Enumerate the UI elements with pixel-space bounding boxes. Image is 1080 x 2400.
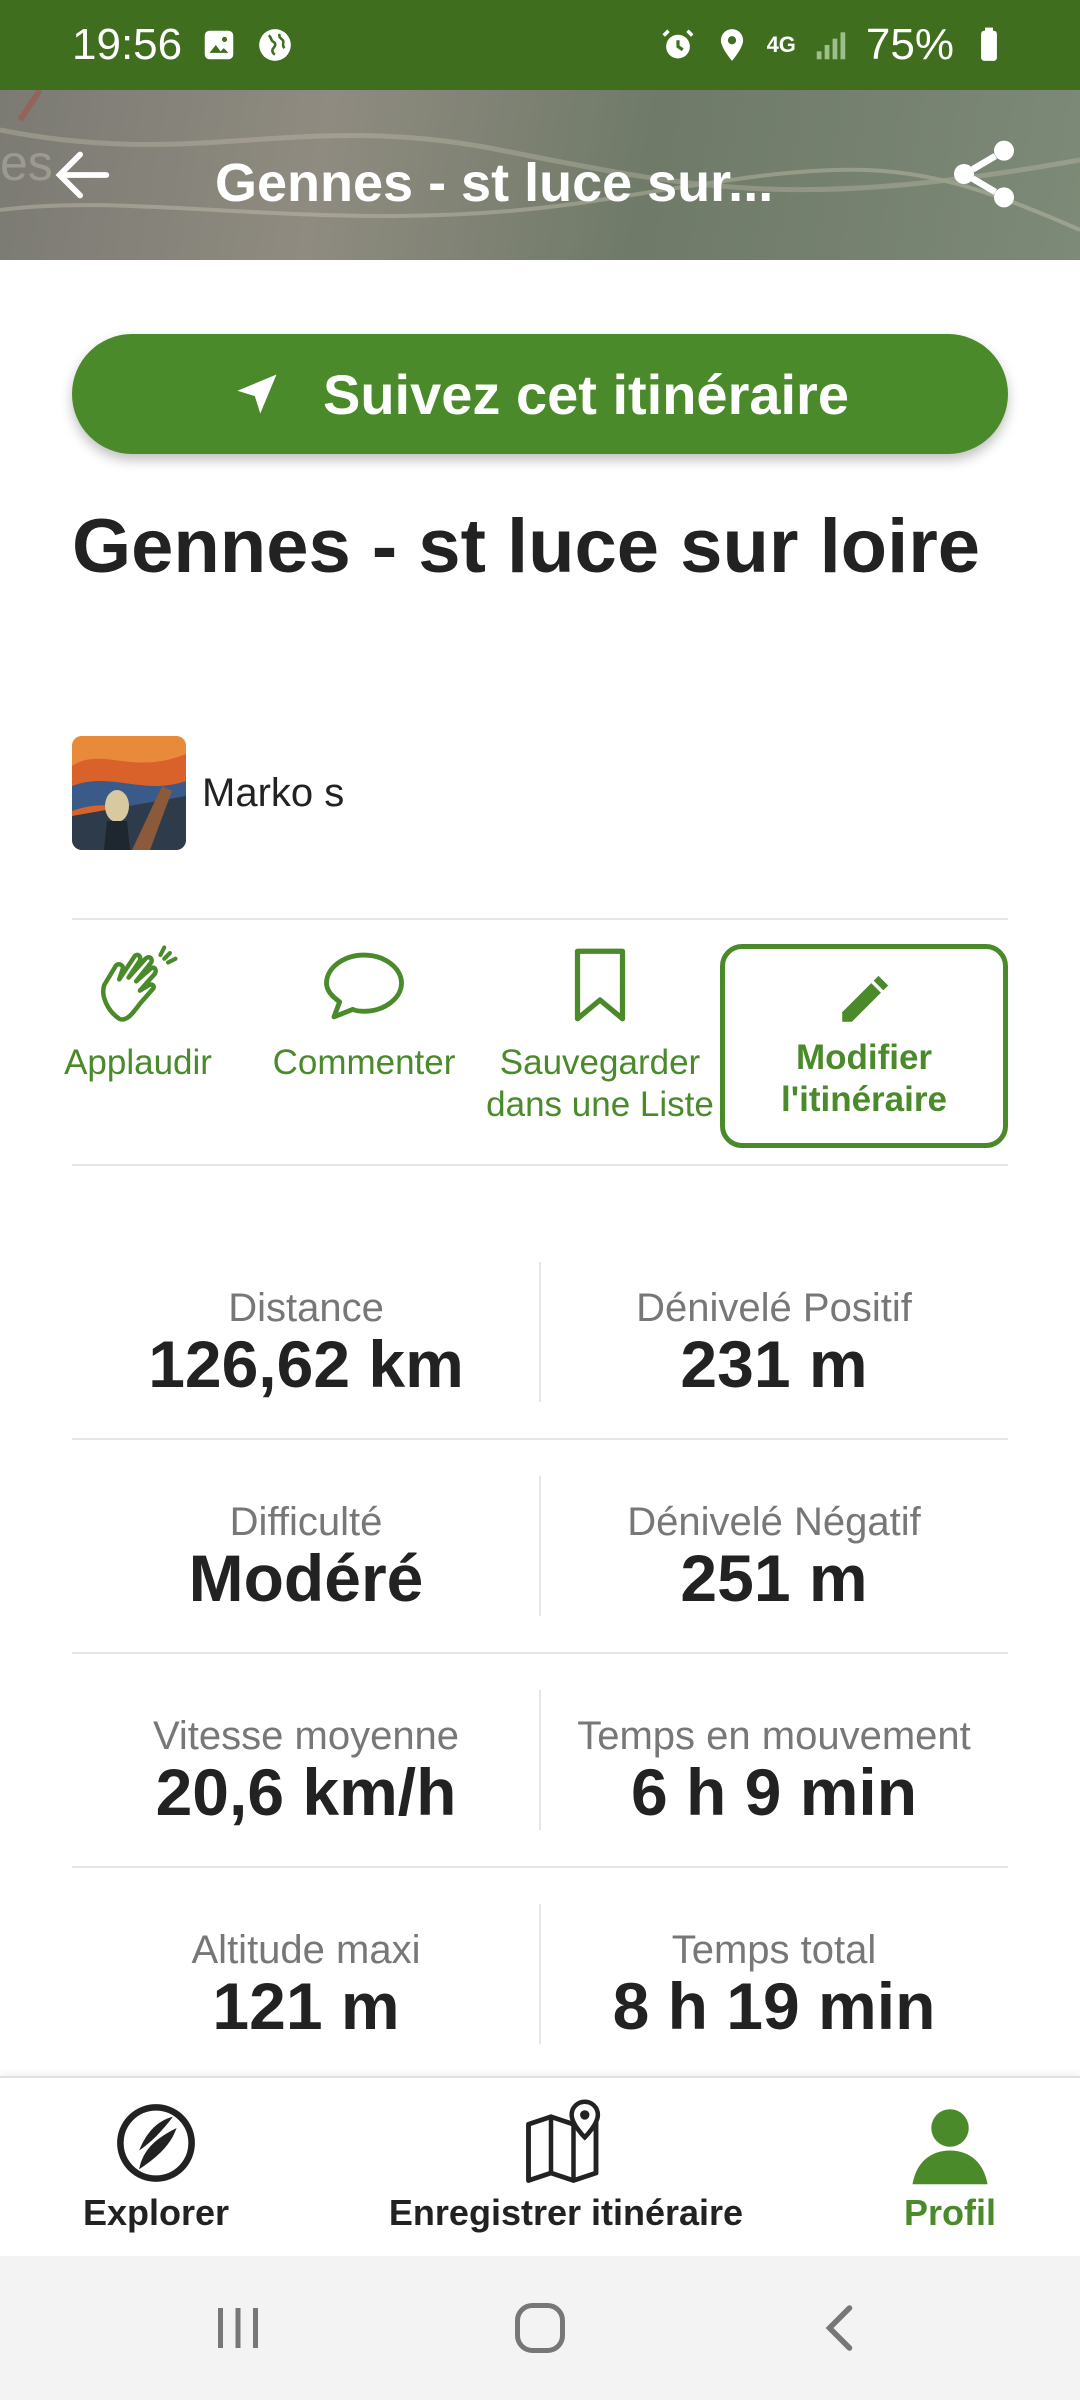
battery-level: 75% [865, 20, 954, 69]
battery-icon [981, 27, 997, 61]
route-header: es Gennes - st luce sur... [0, 90, 1080, 260]
back-icon[interactable] [812, 2298, 872, 2358]
explore-compass-icon [117, 2104, 195, 2182]
nav-explorer[interactable]: Explorer [74, 2098, 238, 2234]
stat-elevation-loss: Dénivelé Négatif 251 m [540, 1440, 1008, 1652]
stat-label: Dénivelé Positif [636, 1286, 912, 1330]
stat-value: 251 m [680, 1541, 868, 1615]
author-name[interactable]: Marko s [202, 771, 344, 816]
stat-label: Temps en mouvement [577, 1714, 971, 1758]
nav-record-route-label: Enregistrer itinéraire [388, 2192, 744, 2233]
route-stats: Distance 126,62 km Dénivelé Positif 231 … [72, 1226, 1008, 2082]
pencil-icon [842, 975, 889, 1022]
save-to-list-label: Sauvegarder dans une Liste [486, 1043, 714, 1124]
applaud-button[interactable]: Applaudir [64, 940, 212, 1084]
alarm-icon [662, 29, 694, 59]
navigation-arrow-icon [237, 374, 277, 414]
map-pin-icon [526, 2099, 601, 2183]
applaud-label: Applaudir [64, 1043, 212, 1082]
clap-icon [101, 945, 178, 1022]
system-navigation-bar [0, 2256, 1080, 2400]
comment-icon [324, 952, 404, 1020]
divider [72, 1164, 1008, 1166]
stat-value: 20,6 km/h [155, 1755, 457, 1829]
stat-row: Distance 126,62 km Dénivelé Positif 231 … [72, 1226, 1008, 1440]
bookmark-icon [574, 948, 626, 1022]
edit-route-label: Modifier l'itinéraire [781, 1038, 947, 1119]
profile-icon [912, 2109, 988, 2185]
nav-record-route[interactable]: Enregistrer itinéraire [374, 2098, 758, 2234]
stat-average-speed: Vitesse moyenne 20,6 km/h [72, 1654, 540, 1866]
author-row[interactable]: Marko s [72, 736, 344, 850]
globe-icon [259, 29, 291, 61]
network-type: 4G [766, 32, 796, 57]
back-arrow-icon[interactable] [48, 140, 118, 210]
stat-label: Temps total [671, 1928, 877, 1972]
action-row: Applaudir Commenter Sauvegarder dans une… [64, 918, 1008, 1168]
share-icon[interactable] [944, 134, 1024, 214]
stat-distance: Distance 126,62 km [72, 1226, 540, 1438]
nav-explorer-label: Explorer [82, 2192, 230, 2233]
stat-value: Modéré [188, 1541, 424, 1615]
bottom-navigation: Explorer Enregistrer itinéraire Profil [0, 2076, 1080, 2256]
edit-route-button[interactable]: Modifier l'itinéraire [720, 944, 1008, 1148]
signal-icon [816, 32, 846, 60]
header-title: Gennes - st luce sur... [215, 153, 774, 213]
status-bar: 19:56 4G 75% [0, 0, 1080, 90]
stat-value: 231 m [680, 1327, 868, 1401]
nav-profile[interactable]: Profil [880, 2098, 1020, 2234]
home-icon[interactable] [510, 2298, 570, 2358]
stat-difficulty: Difficulté Modéré [72, 1440, 540, 1652]
stat-value: 121 m [212, 1969, 400, 2043]
stat-max-altitude: Altitude maxi 121 m [72, 1868, 540, 2080]
comment-button[interactable]: Commenter [268, 940, 460, 1084]
stat-moving-time: Temps en mouvement 6 h 9 min [540, 1654, 1008, 1866]
stat-elevation-gain: Dénivelé Positif 231 m [540, 1226, 1008, 1438]
stat-total-time: Temps total 8 h 19 min [540, 1868, 1008, 2080]
comment-label: Commenter [272, 1043, 456, 1082]
stat-label: Difficulté [229, 1500, 383, 1544]
stat-value: 126,62 km [148, 1327, 464, 1401]
follow-route-label: Suivez cet itinéraire [322, 362, 849, 426]
avatar[interactable] [72, 736, 186, 850]
save-to-list-button[interactable]: Sauvegarder dans une Liste [482, 940, 718, 1126]
svg-text:es: es [0, 135, 53, 191]
stat-label: Distance [228, 1286, 384, 1330]
recent-apps-icon[interactable] [208, 2298, 268, 2358]
stat-row: Altitude maxi 121 m Temps total 8 h 19 m… [72, 1868, 1008, 2082]
stat-value: 8 h 19 min [612, 1969, 936, 2043]
nav-profile-label: Profil [903, 2192, 996, 2233]
stat-label: Dénivelé Négatif [627, 1500, 921, 1544]
stat-row: Vitesse moyenne 20,6 km/h Temps en mouve… [72, 1654, 1008, 1868]
stat-row: Difficulté Modéré Dénivelé Négatif 251 m [72, 1440, 1008, 1654]
stat-label: Vitesse moyenne [152, 1714, 460, 1758]
stat-label: Altitude maxi [191, 1928, 421, 1972]
gallery-icon [204, 30, 234, 60]
location-icon [720, 29, 743, 61]
status-time: 19:56 [72, 20, 183, 69]
follow-route-button[interactable]: Suivez cet itinéraire [72, 334, 1008, 454]
route-title: Gennes - st luce sur loire [72, 504, 981, 589]
stat-value: 6 h 9 min [630, 1755, 918, 1829]
